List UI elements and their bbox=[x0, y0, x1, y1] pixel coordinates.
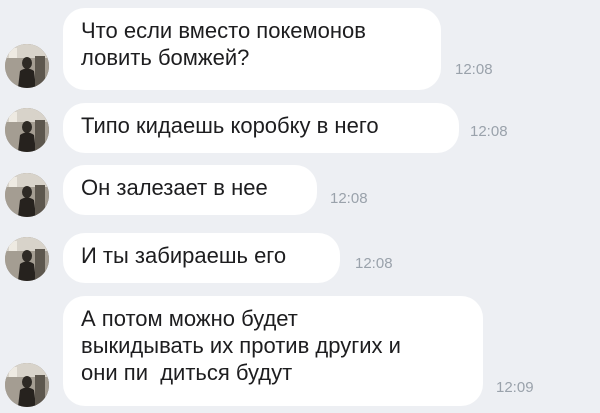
message-text-line: А потом можно будет bbox=[81, 306, 298, 331]
message-text-line: Он залезает в нее bbox=[81, 175, 268, 200]
message-text-line: Типо кидаешь коробку в него bbox=[81, 113, 379, 138]
avatar-photo-icon bbox=[5, 237, 49, 281]
avatar[interactable] bbox=[5, 237, 49, 281]
message-timestamp: 12:09 bbox=[496, 379, 534, 396]
avatar-photo-icon bbox=[5, 363, 49, 407]
message-bubble[interactable]: Типо кидаешь коробку в него bbox=[63, 103, 459, 153]
message-timestamp: 12:08 bbox=[470, 123, 508, 140]
message-bubble[interactable]: Он залезает в нее bbox=[63, 165, 317, 215]
message-text-line: И ты забираешь его bbox=[81, 243, 287, 268]
message-bubble[interactable]: И ты забираешь его bbox=[63, 233, 340, 283]
avatar-photo-icon bbox=[5, 173, 49, 217]
message-bubble[interactable]: Что если вместо покемонов ловить бомжей? bbox=[63, 8, 441, 90]
message-text-line: они пи диться будут bbox=[81, 360, 293, 385]
message-timestamp: 12:08 bbox=[330, 190, 368, 207]
chat-thread: Что если вместо покемонов ловить бомжей?… bbox=[0, 0, 600, 413]
message-text-line: Что если вместо покемонов bbox=[81, 18, 366, 43]
message-bubble[interactable]: А потом можно будет выкидывать их против… bbox=[63, 296, 483, 406]
message-timestamp: 12:08 bbox=[355, 255, 393, 272]
avatar-photo-icon bbox=[5, 44, 49, 88]
avatar[interactable] bbox=[5, 108, 49, 152]
message-text-line: выкидывать их против других и bbox=[81, 333, 401, 358]
message-text-line: ловить бомжей? bbox=[81, 45, 250, 70]
avatar[interactable] bbox=[5, 363, 49, 407]
avatar-photo-icon bbox=[5, 108, 49, 152]
avatar[interactable] bbox=[5, 173, 49, 217]
message-timestamp: 12:08 bbox=[455, 61, 493, 78]
avatar[interactable] bbox=[5, 44, 49, 88]
